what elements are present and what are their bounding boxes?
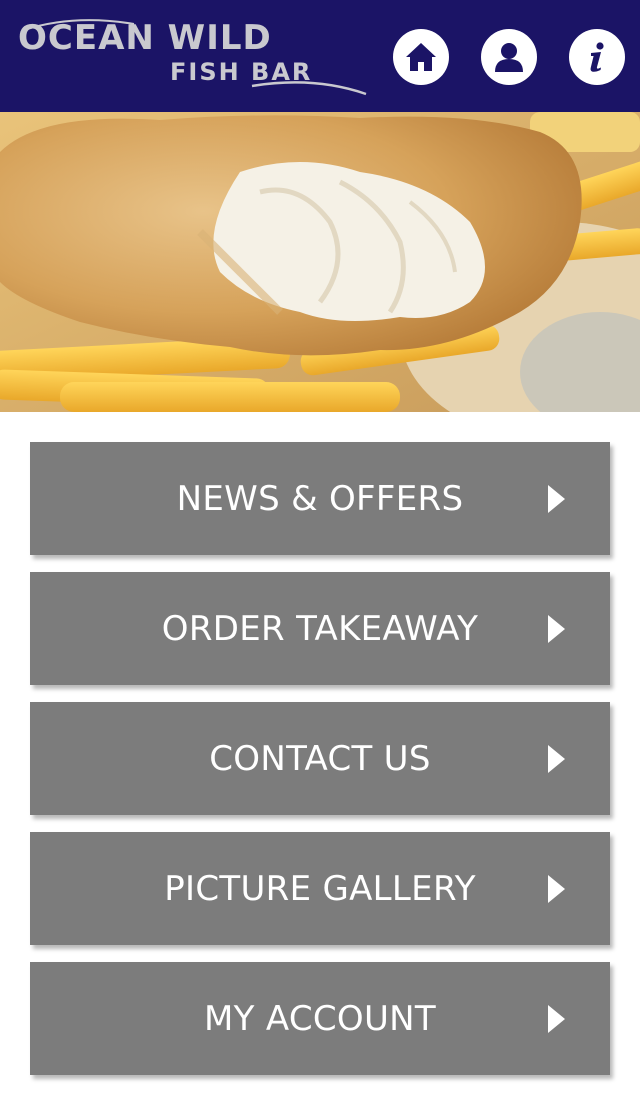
chevron-right-icon <box>548 485 565 513</box>
user-icon <box>495 43 523 72</box>
menu-item-label: CONTACT US <box>209 738 431 779</box>
contact-us-button[interactable]: CONTACT US <box>30 702 610 815</box>
menu-item-label: PICTURE GALLERY <box>164 868 476 909</box>
info-button[interactable] <box>569 29 625 85</box>
brand-logo[interactable]: OCEAN WILD FISH BAR <box>14 14 374 98</box>
picture-gallery-button[interactable]: PICTURE GALLERY <box>30 832 610 945</box>
chevron-right-icon <box>548 615 565 643</box>
hero-image <box>0 112 640 412</box>
chevron-right-icon <box>548 875 565 903</box>
app-header: OCEAN WILD FISH BAR <box>0 0 640 112</box>
my-account-button[interactable]: MY ACCOUNT <box>30 962 610 1075</box>
logo-title: OCEAN WILD <box>18 18 272 58</box>
chevron-right-icon <box>548 1005 565 1033</box>
account-button[interactable] <box>481 29 537 85</box>
order-takeaway-button[interactable]: ORDER TAKEAWAY <box>30 572 610 685</box>
menu-item-label: NEWS & OFFERS <box>176 478 464 519</box>
home-button[interactable] <box>393 29 449 85</box>
logo-subtitle: FISH BAR <box>170 58 313 86</box>
home-icon <box>406 43 436 71</box>
fish-and-chips-photo <box>0 112 640 412</box>
menu-item-label: MY ACCOUNT <box>204 998 436 1039</box>
menu-item-label: ORDER TAKEAWAY <box>161 608 479 649</box>
news-offers-button[interactable]: NEWS & OFFERS <box>30 442 610 555</box>
info-icon <box>590 42 604 72</box>
chevron-right-icon <box>548 745 565 773</box>
